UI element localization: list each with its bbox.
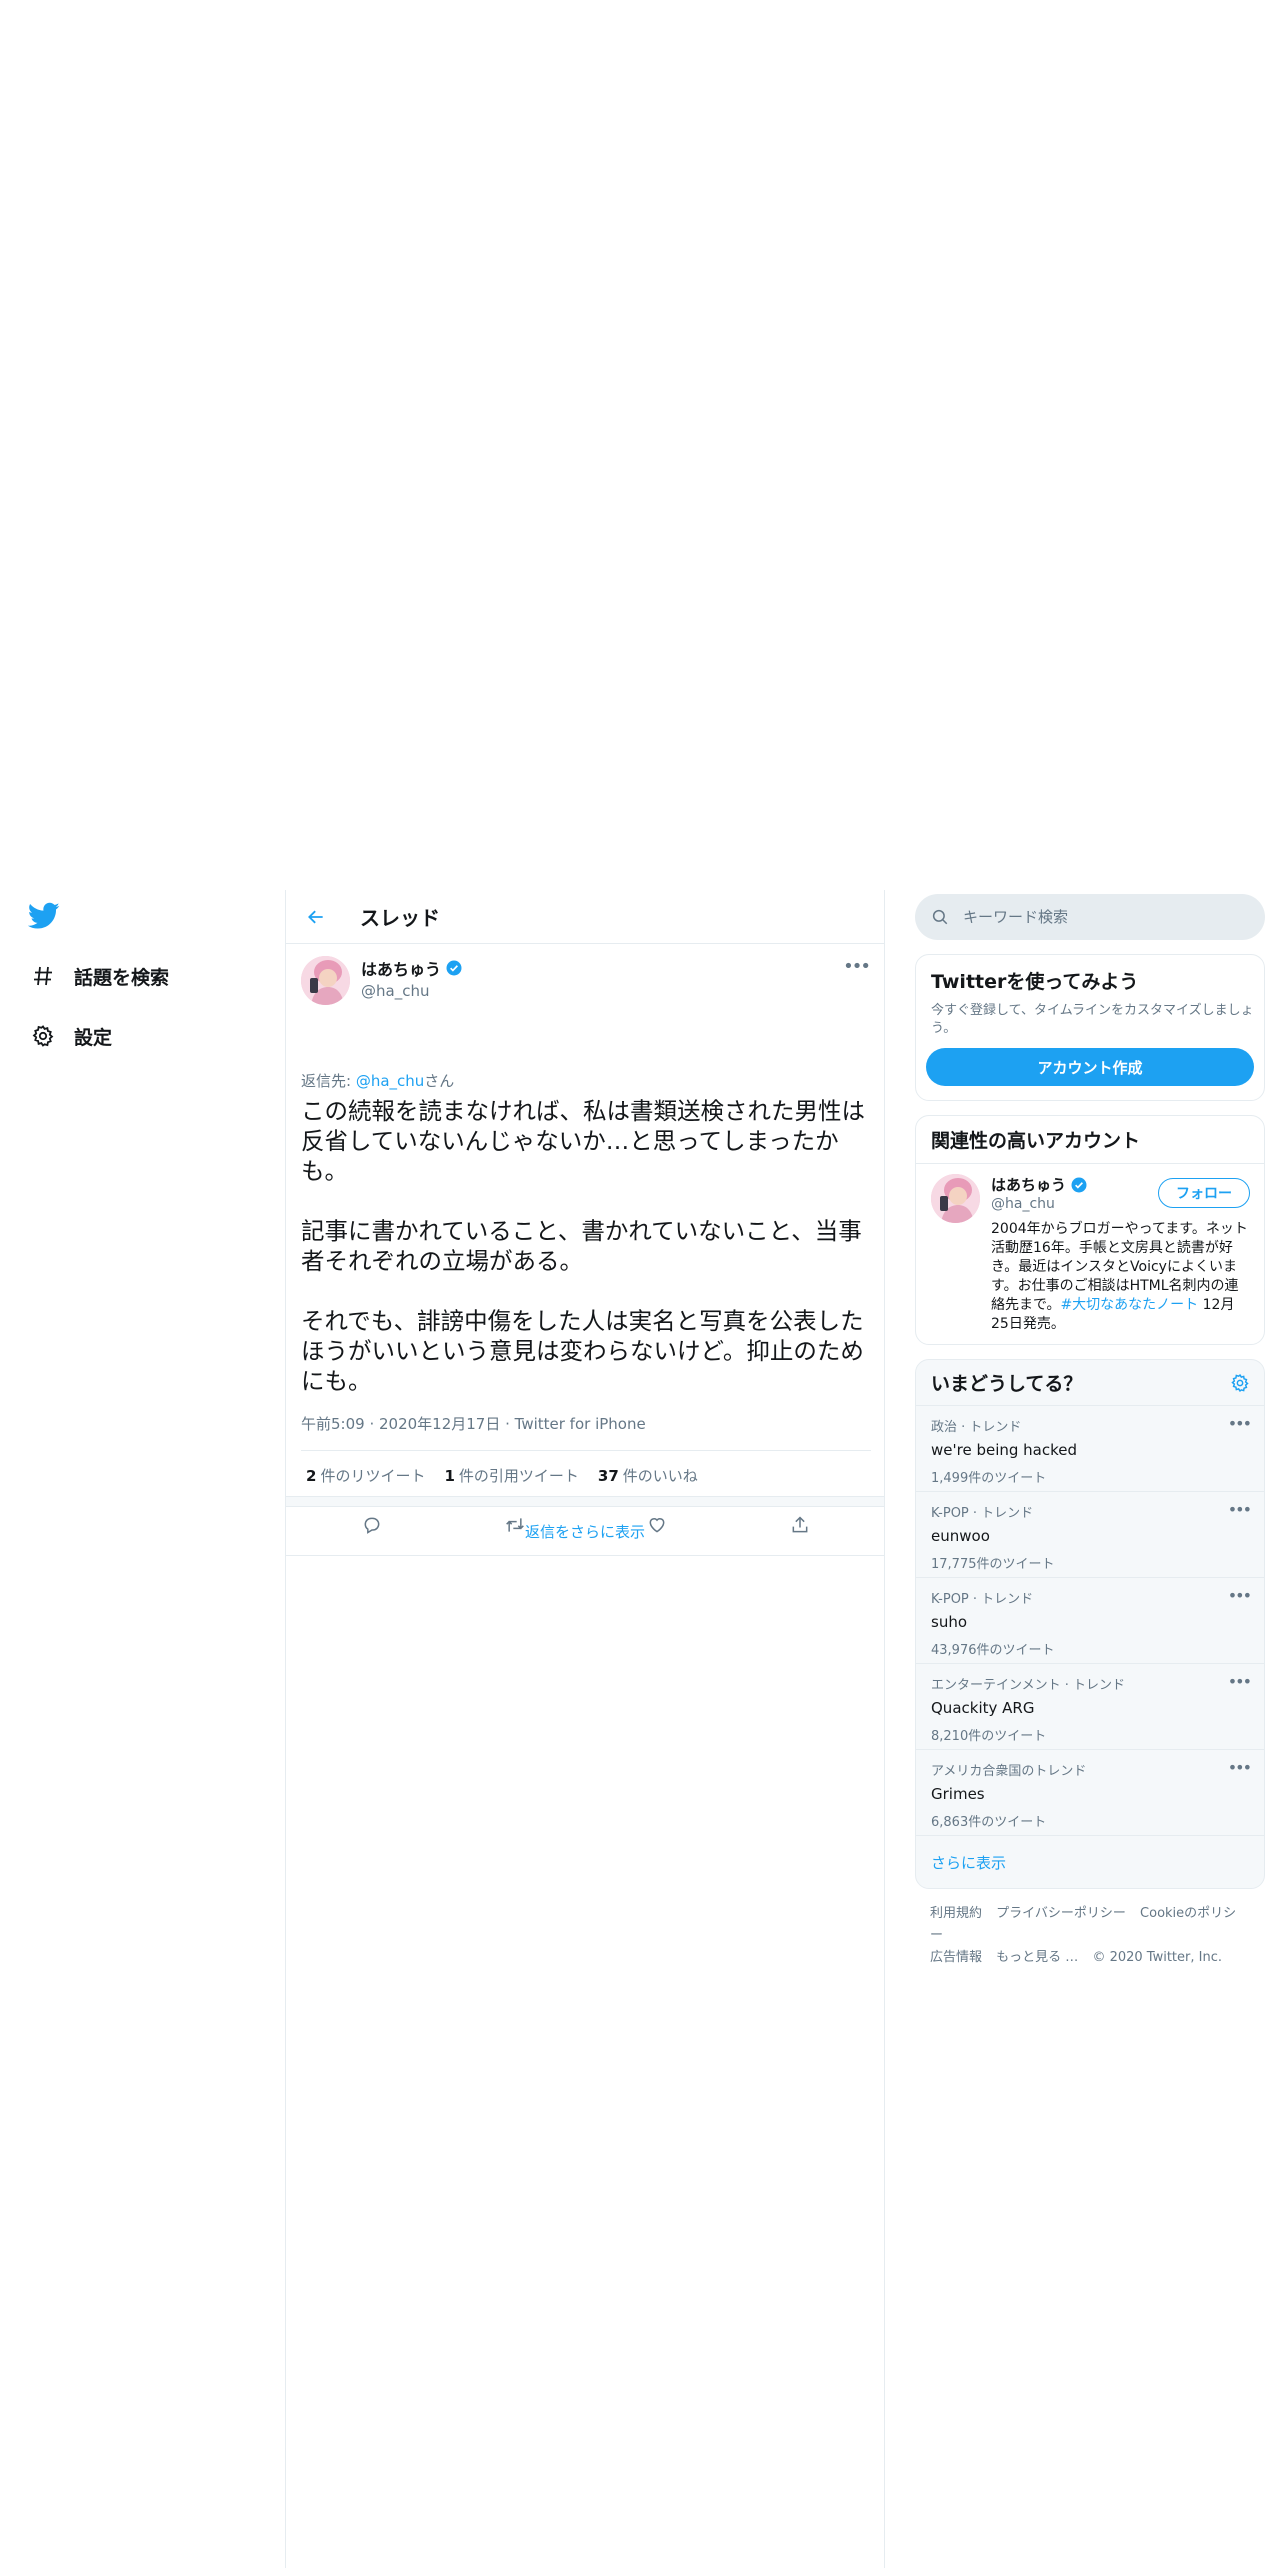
- footer-link-ads[interactable]: 広告情報: [930, 1950, 982, 1965]
- suggested-account[interactable]: はあちゅう @ha_chu フォロー 2004年からブロガーやってます。ネット活…: [916, 1164, 1264, 1344]
- thread-header: スレッド: [286, 890, 884, 944]
- trend-count: 17,775件のツイート: [931, 1557, 1055, 1572]
- who-to-follow-title: 関連性の高いアカウント: [916, 1116, 1264, 1164]
- verified-badge-icon: [446, 960, 462, 976]
- trend-category: K-POP · トレンド: [931, 1506, 1034, 1521]
- nav-item-label: 話題を検索: [74, 966, 170, 989]
- trend-name: Grimes: [931, 1785, 985, 1803]
- show-more-replies-button[interactable]: 返信をさらに表示: [286, 1506, 884, 1556]
- who-to-follow-card: 関連性の高いアカウント はあちゅう @ha_chu フォロー 2004年からブロ…: [915, 1115, 1265, 1345]
- section-divider: [286, 1496, 884, 1506]
- gear-icon: [28, 1021, 58, 1051]
- bio-hashtag-link[interactable]: #大切なあなたノート: [1060, 1297, 1198, 1313]
- likes-stat[interactable]: 37 件のいいね: [598, 1465, 698, 1486]
- twitter-logo-icon[interactable]: [27, 902, 62, 932]
- reply-suffix: さん: [424, 1072, 455, 1090]
- more-options-icon[interactable]: •••: [1228, 1500, 1252, 1519]
- right-sidebar: Twitterを使ってみよう 今すぐ登録して、タイムラインをカスタマイズしましょ…: [915, 890, 1265, 1969]
- trend-category: 政治 · トレンド: [931, 1420, 1022, 1435]
- quotes-count: 1: [444, 1466, 455, 1485]
- footer-links: 利用規約 プライバシーポリシー Cookieのポリシー 広告情報 もっと見る ……: [915, 1903, 1255, 1969]
- more-options-icon[interactable]: •••: [1228, 1414, 1252, 1433]
- tweet-author[interactable]: はあちゅう @ha_chu: [361, 956, 463, 1000]
- more-options-icon[interactable]: •••: [843, 956, 871, 977]
- tweet-timestamp[interactable]: 午前5:09 · 2020年12月17日 · Twitter for iPhon…: [301, 1413, 646, 1434]
- reply-to: 返信先: @ha_chuさん: [301, 1070, 454, 1091]
- tweet-text: この続報を読まなければ、私は書類送検された男性は反省していないんじゃないか…と思…: [301, 1097, 865, 1395]
- nav-item-settings[interactable]: 設定: [28, 1016, 112, 1056]
- trend-category: K-POP · トレンド: [931, 1592, 1034, 1607]
- signup-description: 今すぐ登録して、タイムラインをカスタマイズしましょう。: [931, 1003, 1254, 1036]
- trend-count: 6,863件のツイート: [931, 1815, 1047, 1830]
- footer-link-more[interactable]: もっと見る …: [996, 1950, 1078, 1965]
- trend-name: we're being hacked: [931, 1441, 1078, 1459]
- tweet-stats: 2 件のリツイート 1 件の引用ツイート 37 件のいいね: [301, 1450, 871, 1500]
- signup-card: Twitterを使ってみよう 今すぐ登録して、タイムラインをカスタマイズしましょ…: [915, 954, 1265, 1101]
- gear-icon[interactable]: [1230, 1373, 1250, 1393]
- account-handle: @ha_chu: [991, 1196, 1055, 1212]
- trends-header: いまどうしてる？: [916, 1360, 1264, 1406]
- search-icon: [932, 909, 948, 925]
- retweets-label: 件のリツイート: [320, 1466, 426, 1485]
- trends-card: いまどうしてる？ 政治 · トレンド we're being hacked 1,…: [915, 1359, 1265, 1889]
- search-input[interactable]: [963, 908, 1243, 926]
- follow-button[interactable]: フォロー: [1158, 1178, 1250, 1208]
- more-options-icon[interactable]: •••: [1228, 1672, 1252, 1691]
- trend-item[interactable]: エンターテインメント · トレンド Quackity ARG 8,210件のツイ…: [916, 1664, 1264, 1750]
- trend-category: アメリカ合衆国のトレンド: [931, 1764, 1087, 1779]
- quotes-stat[interactable]: 1 件の引用ツイート: [444, 1465, 578, 1486]
- search-bar[interactable]: [915, 894, 1265, 940]
- likes-count: 37: [597, 1466, 619, 1485]
- reply-prefix: 返信先:: [301, 1072, 356, 1090]
- trend-item[interactable]: K-POP · トレンド eunwoo 17,775件のツイート •••: [916, 1492, 1264, 1578]
- nav-item-label: 設定: [74, 1026, 113, 1049]
- likes-label: 件のいいね: [622, 1466, 698, 1485]
- author-name: はあちゅう: [361, 960, 442, 979]
- trend-name: suho: [931, 1613, 968, 1631]
- more-options-icon[interactable]: •••: [1228, 1586, 1252, 1605]
- trend-item[interactable]: K-POP · トレンド suho 43,976件のツイート •••: [916, 1578, 1264, 1664]
- hashtag-icon: [28, 961, 58, 991]
- account-bio: 2004年からブロガーやってます。ネット活動歴16年。手帳と文房具と読書が好き。…: [991, 1220, 1251, 1334]
- trend-count: 1,499件のツイート: [931, 1471, 1047, 1486]
- author-handle: @ha_chu: [361, 982, 430, 1000]
- footer-link-privacy[interactable]: プライバシーポリシー: [996, 1906, 1126, 1921]
- trend-item[interactable]: 政治 · トレンド we're being hacked 1,499件のツイート…: [916, 1406, 1264, 1492]
- trend-count: 43,976件のツイート: [931, 1643, 1055, 1658]
- footer-copyright: © 2020 Twitter, Inc.: [1092, 1950, 1222, 1965]
- account-name: はあちゅう: [991, 1176, 1067, 1194]
- quotes-label: 件の引用ツイート: [458, 1466, 579, 1485]
- footer-link-terms[interactable]: 利用規約: [930, 1906, 982, 1921]
- arrow-left-icon: [308, 910, 323, 923]
- avatar[interactable]: [301, 956, 350, 1005]
- retweets-stat[interactable]: 2 件のリツイート: [306, 1465, 425, 1486]
- trend-count: 8,210件のツイート: [931, 1729, 1047, 1744]
- main-column: スレッド はあちゅう @ha_chu ••• 返信先: @ha_chuさん この…: [285, 890, 885, 2568]
- trend-name: eunwoo: [931, 1527, 990, 1545]
- reply-mention-link[interactable]: @ha_chu: [356, 1072, 424, 1090]
- avatar[interactable]: [931, 1174, 980, 1223]
- verified-badge-icon: [1071, 1177, 1087, 1192]
- create-account-button[interactable]: アカウント作成: [926, 1048, 1254, 1086]
- back-button[interactable]: [296, 897, 336, 937]
- trends-title: いまどうしてる？: [931, 1373, 1083, 1395]
- trend-category: エンターテインメント · トレンド: [931, 1678, 1126, 1693]
- signup-title: Twitterを使ってみよう: [931, 971, 1139, 993]
- more-options-icon[interactable]: •••: [1228, 1758, 1252, 1777]
- page-title: スレッド: [360, 906, 440, 930]
- trend-item[interactable]: アメリカ合衆国のトレンド Grimes 6,863件のツイート •••: [916, 1750, 1264, 1836]
- show-more-trends-link[interactable]: さらに表示: [916, 1836, 1264, 1888]
- retweets-count: 2: [306, 1466, 317, 1485]
- trend-name: Quackity ARG: [931, 1699, 1035, 1717]
- nav-item-explore[interactable]: 話題を検索: [28, 956, 169, 996]
